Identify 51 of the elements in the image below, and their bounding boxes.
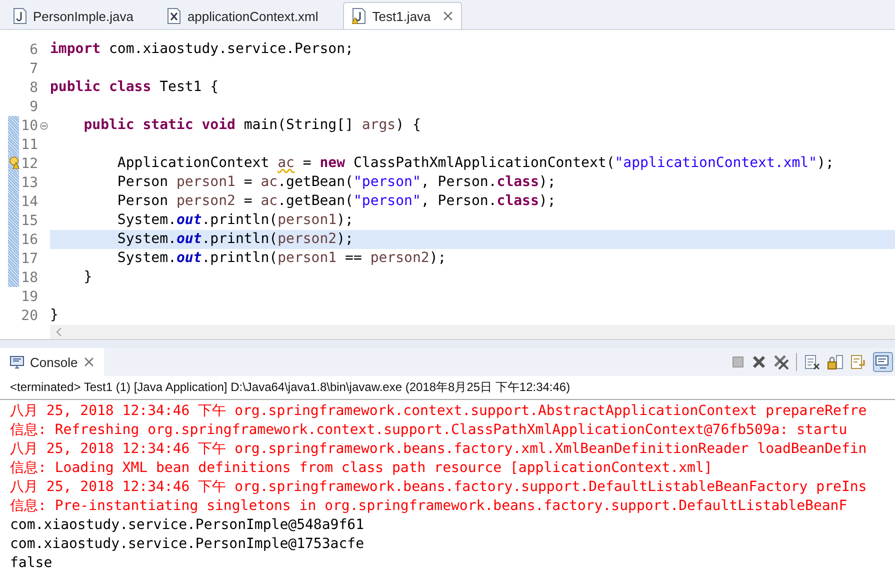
line-number: 13 bbox=[21, 174, 38, 190]
remove-all-icon[interactable] bbox=[773, 354, 789, 370]
console-output-line: 八月 25, 2018 12:34:46 下午 org.springframework.beans.factory.xml.XmlBeanDefinitionReader loadBeanDefin bbox=[10, 440, 867, 459]
line-number: 16 bbox=[21, 232, 38, 248]
code-line: Person person1 = ac.getBean("person", Person.class); bbox=[116, 173, 557, 192]
code-line: } bbox=[82, 268, 94, 287]
code-line: public class Test1 { bbox=[50, 78, 220, 97]
console-output-line: 八月 25, 2018 12:34:46 下午 org.springframework.context.support.AbstractApplicationContext prepareRefre bbox=[10, 402, 867, 421]
line-number: 8 bbox=[30, 80, 38, 96]
line-number: 15 bbox=[21, 212, 38, 228]
console-output-line: com.xiaostudy.service.PersonImple@1753acfe bbox=[10, 535, 364, 554]
console-output-line: 八月 25, 2018 12:34:46 下午 org.springframework.beans.factory.support.DefaultListableBeanFactory preIns bbox=[10, 478, 867, 497]
line-number: 10 bbox=[21, 118, 38, 134]
code-line: } bbox=[50, 306, 60, 325]
line-number: 11 bbox=[21, 136, 38, 152]
line-number: 7 bbox=[30, 60, 38, 76]
editor-tab[interactable]: applicationContext.xml bbox=[158, 2, 342, 29]
horizontal-scrollbar[interactable] bbox=[50, 325, 895, 339]
close-icon[interactable] bbox=[442, 11, 453, 21]
console-output-line: 信息: Loading XML bean definitions from class path resource [applicationContext.xml] bbox=[10, 459, 712, 478]
console-output-line: false bbox=[10, 554, 52, 573]
pin-console-icon[interactable] bbox=[873, 352, 893, 372]
close-icon[interactable] bbox=[84, 357, 94, 367]
code-line: import com.xiaostudy.service.Person; bbox=[50, 40, 354, 59]
console-status-text: <terminated> Test1 (1) [Java Application] D:\Java64\java1.8\bin\javaw.exe (2018年8月25日 下午12:34:46) bbox=[0, 376, 895, 400]
remove-icon[interactable] bbox=[752, 355, 766, 369]
stop-icon[interactable] bbox=[731, 355, 745, 369]
line-number: 9 bbox=[30, 98, 38, 114]
line-number: 20 bbox=[21, 308, 38, 324]
console-tab[interactable]: Console bbox=[0, 348, 104, 376]
code-line: public static void main(String[] args) { bbox=[82, 116, 422, 135]
code-line: System.out.println(person1); bbox=[116, 211, 354, 230]
monitor-icon bbox=[10, 356, 24, 368]
collapse-icon[interactable] bbox=[40, 122, 48, 130]
console-output-line: com.xiaostudy.service.PersonImple@548a9f61 bbox=[10, 516, 364, 535]
line-number: 14 bbox=[21, 194, 38, 210]
line-number: 18 bbox=[21, 270, 38, 286]
line-number: 17 bbox=[21, 250, 38, 266]
console-output-line: 信息: Refreshing org.springframework.context.support.ClassPathXmlApplicationContext@76fb509a: startu bbox=[10, 421, 848, 440]
code-line: System.out.println(person1 == person2); bbox=[116, 249, 448, 268]
document-arrow-icon[interactable] bbox=[850, 354, 866, 370]
clear-console-icon[interactable] bbox=[804, 354, 820, 370]
console-output-line: 信息: Pre-instantiating singletons in org.springframework.beans.factory.support.DefaultListableBeanF bbox=[10, 497, 848, 516]
editor-tab[interactable]: PersonImple.java bbox=[4, 2, 156, 29]
code-line: ApplicationContext ac = new ClassPathXmlApplicationContext("applicationContext.xml"); bbox=[116, 154, 835, 173]
line-number: 6 bbox=[30, 42, 38, 58]
line-number: 12 bbox=[21, 156, 38, 172]
line-number: 19 bbox=[21, 288, 38, 304]
code-line: Person person2 = ac.getBean("person", Person.class); bbox=[116, 192, 557, 211]
scroll-lock-icon[interactable] bbox=[827, 354, 843, 370]
editor-tab[interactable]: Test1.java bbox=[343, 2, 462, 29]
